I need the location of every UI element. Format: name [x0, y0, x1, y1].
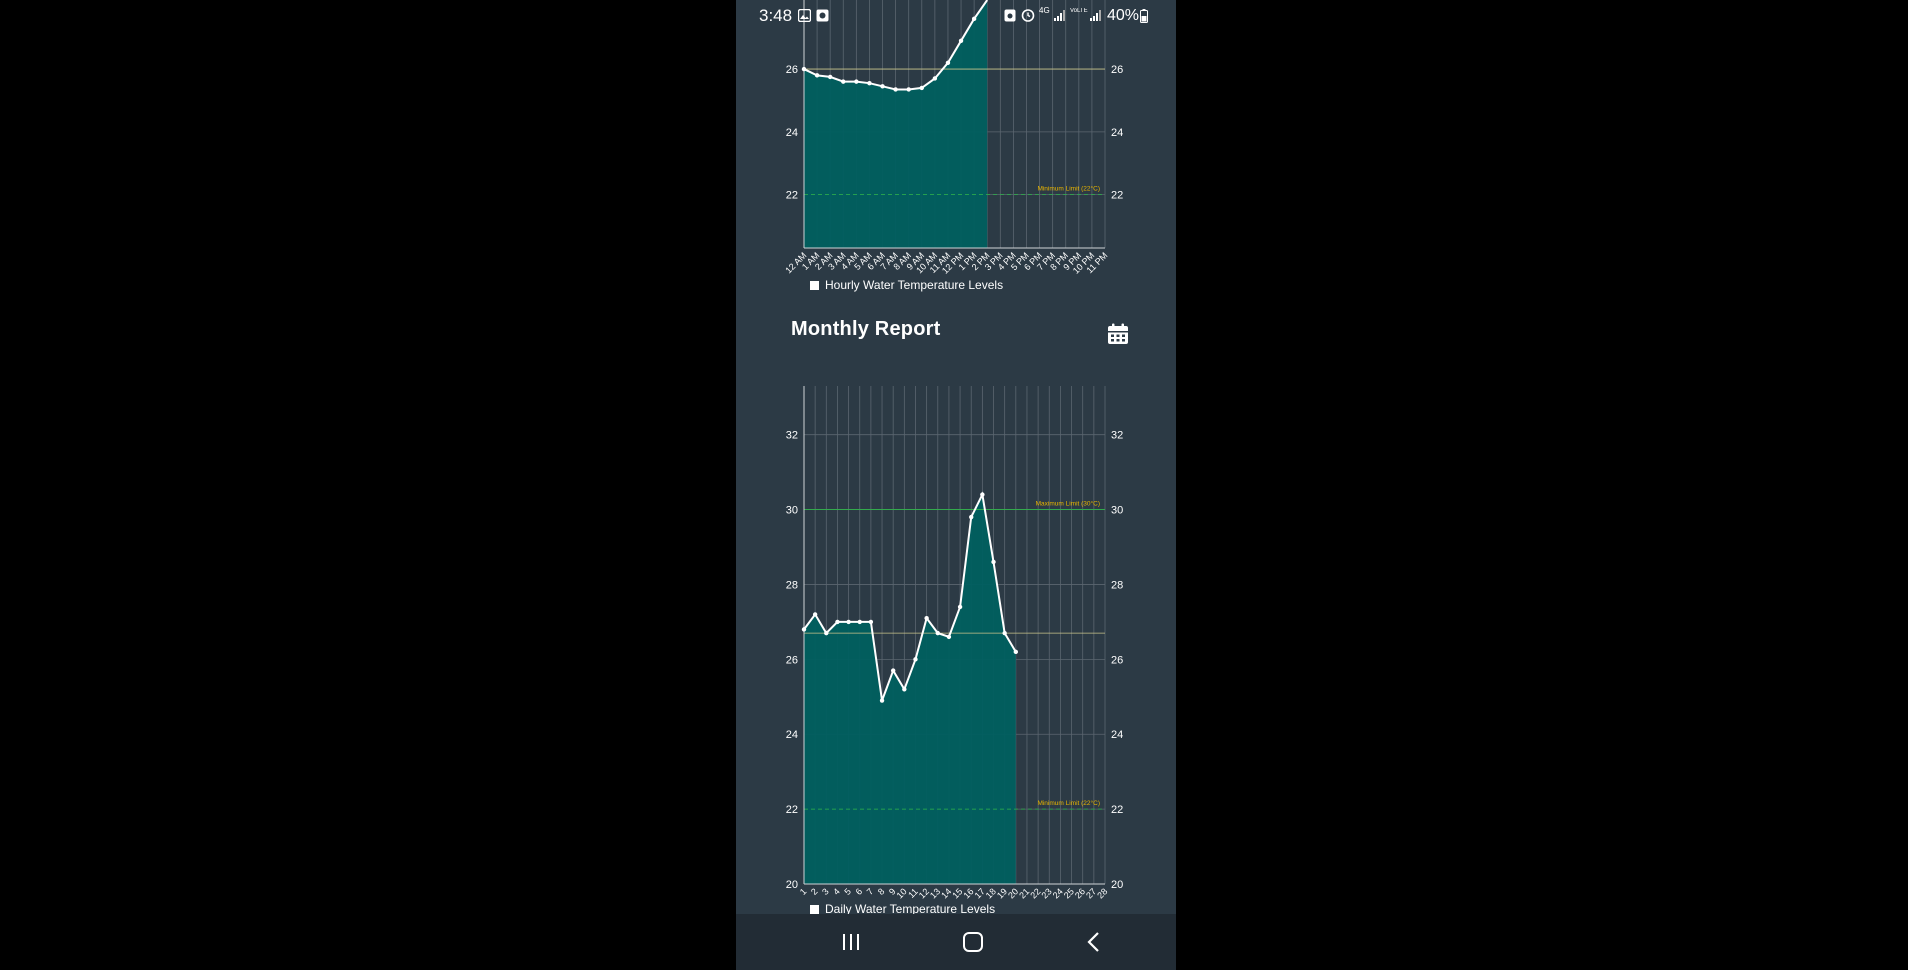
battery-percent: 40% [1107, 7, 1140, 24]
limit-annotation: Minimum Limit (22°C) [1037, 799, 1100, 807]
navigation-bar [736, 914, 1176, 970]
y-tick-label-right: 24 [1111, 729, 1123, 741]
status-bar: 3:48 4G VoLTE 40% [736, 0, 1176, 32]
x-tick-label: 6 [854, 886, 865, 897]
gallery-icon [798, 9, 811, 22]
data-point [841, 79, 846, 84]
y-tick-label-right: 26 [1111, 654, 1123, 666]
data-point [824, 630, 829, 636]
battery-icon [1140, 9, 1148, 23]
signal-icon [1054, 10, 1065, 21]
x-tick-label: 4 [831, 886, 842, 897]
data-point [827, 74, 833, 80]
y-tick-label-right: 24 [1111, 127, 1123, 139]
y-tick-label-right: 20 [1111, 879, 1123, 891]
data-point [932, 76, 938, 81]
back-icon[interactable] [1074, 926, 1114, 958]
data-point [801, 627, 807, 632]
hourly-legend[interactable]: Hourly Water Temperature Levels [810, 278, 1003, 292]
data-point [991, 559, 996, 565]
data-point [879, 698, 885, 703]
y-tick-label: 24 [786, 127, 798, 139]
data-point [1013, 649, 1019, 655]
signal-icon-2 [1090, 10, 1101, 21]
data-point [902, 687, 907, 692]
y-tick-label: 28 [786, 579, 798, 591]
data-point [969, 514, 974, 520]
x-tick-label: 28 [1095, 886, 1109, 900]
data-point [854, 79, 859, 84]
data-point [893, 87, 898, 92]
daily-temperature-chart: 20 2022 2224 2426 2628 2830 3032 32Maximum Limi… [786, 386, 1123, 900]
y-tick-label: 26 [786, 654, 798, 666]
y-tick-label-right: 22 [1111, 190, 1123, 202]
data-point [857, 619, 862, 625]
data-point [801, 66, 807, 72]
y-tick-label-right: 22 [1111, 804, 1123, 816]
calendar-icon[interactable] [1106, 322, 1130, 346]
x-tick-label: 7 [865, 886, 876, 897]
x-tick-label: 5 [842, 886, 853, 897]
data-point [980, 492, 985, 497]
y-tick-label: 32 [786, 430, 798, 442]
y-tick-label-right: 28 [1111, 579, 1123, 591]
x-tick-label: 1 [798, 886, 809, 897]
data-point [835, 619, 840, 625]
series-area [804, 494, 1016, 884]
y-tick-label: 26 [786, 64, 798, 76]
data-point [867, 80, 872, 86]
data-point [812, 612, 818, 617]
limit-annotation: Minimum Limit (22°C) [1037, 185, 1100, 193]
volte-indicator: VoLTE [1070, 8, 1088, 14]
data-point [945, 60, 951, 65]
legend-swatch [810, 281, 819, 290]
x-tick-label: 3 [820, 886, 831, 897]
data-point [814, 73, 820, 78]
y-tick-label: 22 [786, 804, 798, 816]
network-type: 4G [1039, 6, 1050, 15]
data-point [906, 87, 911, 92]
data-point [868, 619, 874, 625]
data-point [924, 615, 929, 621]
data-point [880, 84, 885, 89]
x-tick-label: 2 [809, 886, 820, 897]
y-tick-label-right: 32 [1111, 430, 1123, 442]
y-tick-label: 22 [786, 190, 798, 202]
data-point [935, 630, 940, 636]
camera-app-icon [816, 9, 829, 22]
legend-swatch [810, 905, 819, 914]
limit-annotation: Maximum Limit (30°C) [1036, 500, 1100, 508]
y-tick-label: 20 [786, 879, 798, 891]
alarm-icon [1021, 9, 1035, 22]
home-icon[interactable] [953, 926, 993, 958]
screenshot-icon [1004, 9, 1016, 22]
data-point [958, 38, 964, 44]
y-tick-label-right: 30 [1111, 505, 1123, 517]
hourly-temperature-chart: 22 2224 2426 26Minimum Limit (22°C)12 AM1 A… [783, 0, 1123, 276]
hourly-legend-label: Hourly Water Temperature Levels [825, 278, 1004, 292]
data-point [946, 634, 952, 640]
phone-screen: 22 22 24 24 26 26 Minimum Limit (22°C) 12 AM 1 A… [736, 0, 1176, 970]
data-point [957, 604, 963, 610]
data-point [919, 85, 924, 91]
y-tick-label: 24 [786, 729, 798, 741]
monthly-report-title: Monthly Report [791, 318, 941, 340]
status-time: 3:48 [759, 6, 793, 25]
data-point [846, 619, 851, 625]
y-tick-label: 30 [786, 505, 798, 517]
data-point [1002, 630, 1007, 636]
recents-icon[interactable] [831, 926, 871, 958]
data-point [913, 657, 918, 662]
y-tick-label-right: 26 [1111, 64, 1123, 76]
x-tick-label: 8 [876, 886, 887, 897]
data-point [890, 668, 896, 673]
